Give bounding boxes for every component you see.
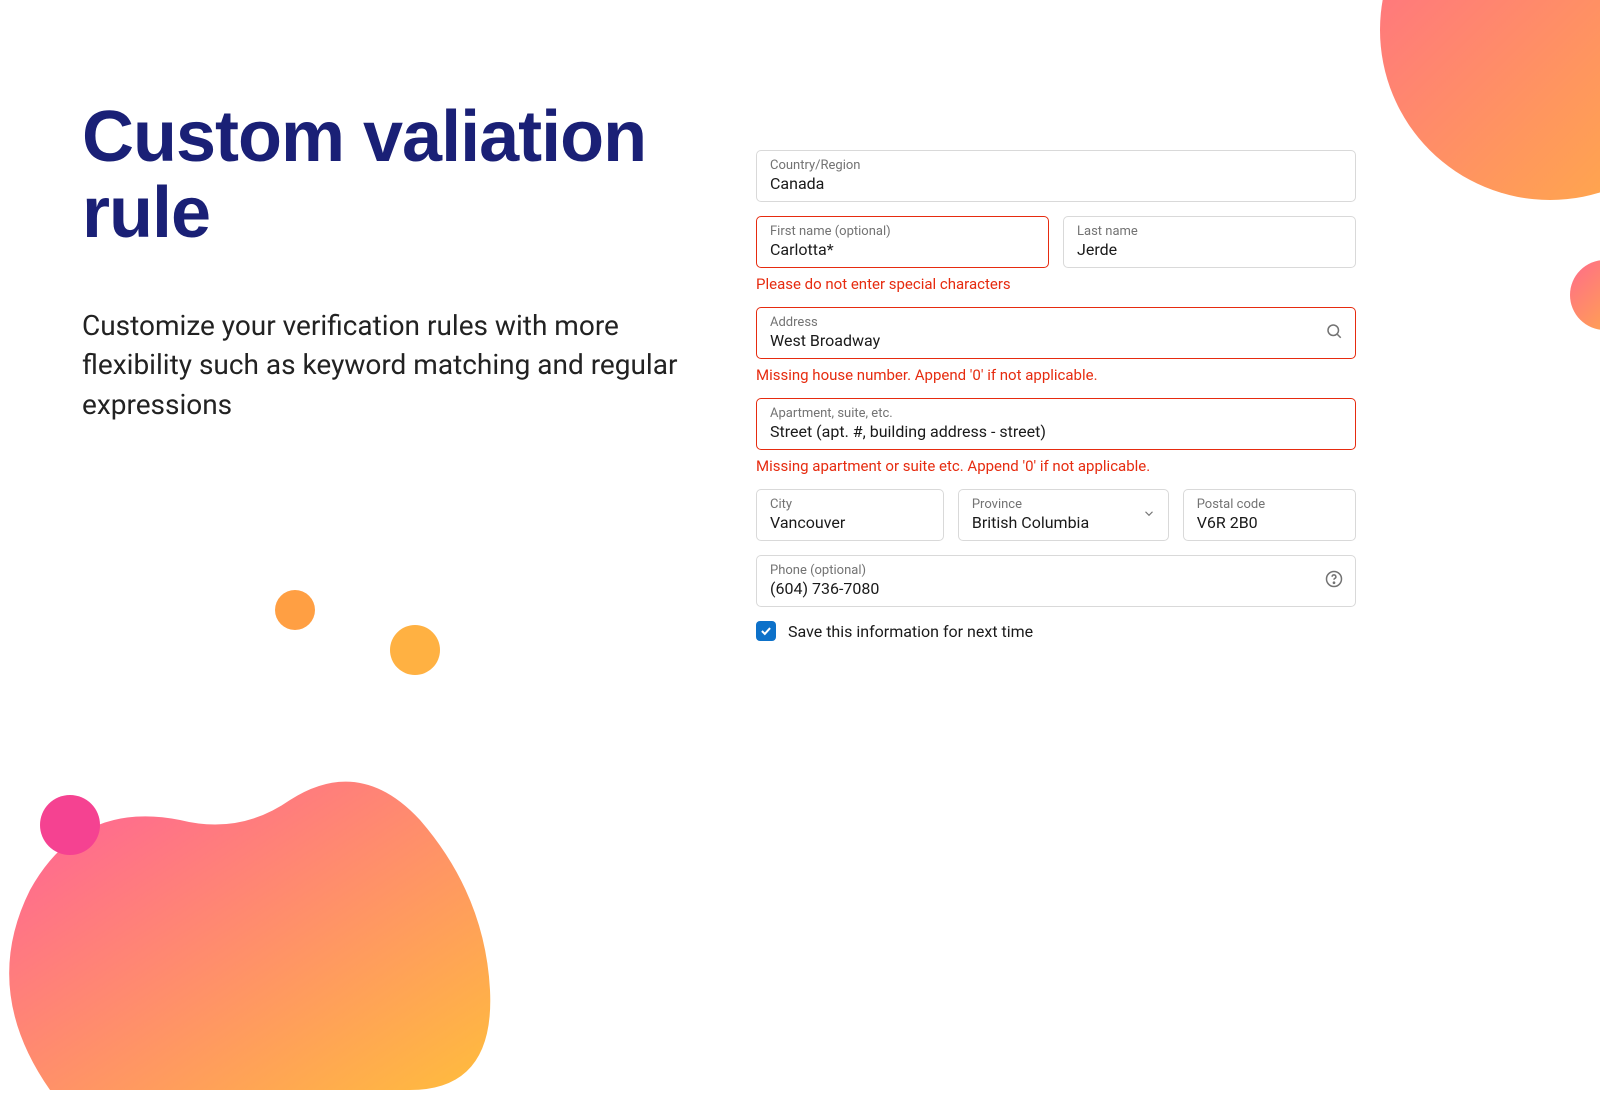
page-heading: Custom valiation rule (82, 100, 702, 251)
city-value: Vancouver (770, 513, 930, 532)
province-label: Province (972, 497, 1132, 512)
address-label: Address (770, 315, 1342, 330)
first-name-field[interactable]: First name (optional) Carlotta* (756, 216, 1049, 268)
country-field[interactable]: Country/Region Canada (756, 150, 1356, 202)
apartment-label: Apartment, suite, etc. (770, 406, 1342, 421)
last-name-value: Jerde (1077, 240, 1342, 259)
first-name-label: First name (optional) (770, 224, 1035, 239)
address-form: Country/Region Canada First name (option… (756, 150, 1356, 641)
city-field[interactable]: City Vancouver (756, 489, 944, 541)
postal-field[interactable]: Postal code V6R 2B0 (1183, 489, 1356, 541)
last-name-field[interactable]: Last name Jerde (1063, 216, 1356, 268)
postal-value: V6R 2B0 (1197, 513, 1342, 532)
province-value: British Columbia (972, 513, 1132, 532)
address-value: West Broadway (770, 331, 1342, 350)
first-name-error: Please do not enter special characters (756, 275, 1356, 293)
phone-label: Phone (optional) (770, 563, 1342, 578)
address-field[interactable]: Address West Broadway (756, 307, 1356, 359)
decorative-pink-circle (40, 795, 100, 855)
postal-label: Postal code (1197, 497, 1342, 512)
apartment-field[interactable]: Apartment, suite, etc. Street (apt. #, b… (756, 398, 1356, 450)
chevron-down-icon (1142, 506, 1156, 525)
decorative-small-circle (275, 590, 315, 630)
address-error: Missing house number. Append '0' if not … (756, 366, 1356, 384)
decorative-circle-right-edge (1570, 260, 1600, 330)
decorative-small-circle (390, 625, 440, 675)
city-label: City (770, 497, 930, 512)
search-icon[interactable] (1325, 322, 1343, 344)
save-info-label: Save this information for next time (788, 622, 1033, 641)
country-value: Canada (770, 174, 1342, 193)
country-label: Country/Region (770, 158, 1342, 173)
page-description: Customize your verification rules with m… (82, 306, 702, 424)
help-icon[interactable] (1325, 570, 1343, 592)
apartment-error: Missing apartment or suite etc. Append '… (756, 457, 1356, 475)
first-name-value: Carlotta* (770, 240, 1035, 259)
apartment-value: Street (apt. #, building address - stree… (770, 422, 1342, 441)
phone-field[interactable]: Phone (optional) (604) 736-7080 (756, 555, 1356, 607)
phone-value: (604) 736-7080 (770, 579, 1342, 598)
province-field[interactable]: Province British Columbia (958, 489, 1169, 541)
decorative-circle-top-right (1380, 0, 1600, 200)
save-info-checkbox[interactable] (756, 621, 776, 641)
last-name-label: Last name (1077, 224, 1342, 239)
